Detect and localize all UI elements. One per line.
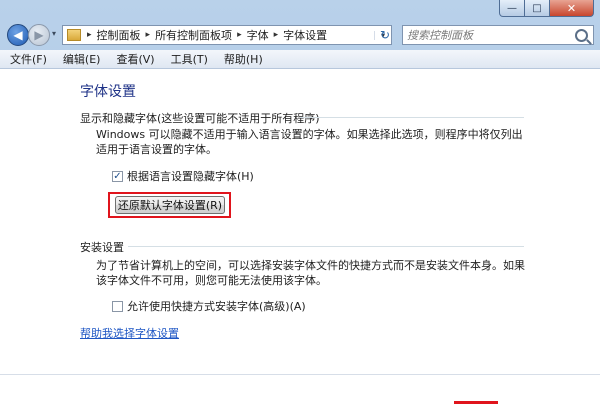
breadcrumb-separator[interactable]: ▸ (84, 30, 95, 40)
breadcrumb-separator[interactable]: ▸ (143, 30, 154, 40)
close-button[interactable]: ✕ (550, 0, 594, 17)
caption-buttons: — □ ✕ (499, 0, 594, 17)
restore-default-font-settings-button[interactable]: 还原默认字体设置(R) (115, 196, 225, 214)
display-description: Windows 可以隐藏不适用于输入语言设置的字体。如果选择此选项，则程序中将仅… (96, 128, 523, 156)
control-panel-icon (67, 29, 81, 41)
search-input[interactable] (403, 27, 569, 43)
hide-fonts-label[interactable]: 根据语言设置隐藏字体(H) (127, 168, 254, 184)
breadcrumb-all-items[interactable]: 所有控制面板项 (153, 27, 234, 43)
back-button[interactable]: ◀ (7, 24, 29, 46)
menu-tools[interactable]: 工具(T) (171, 51, 208, 67)
history-dropdown[interactable]: ▾ (52, 29, 56, 38)
shortcut-install-label[interactable]: 允许使用快捷方式安装字体(高级)(A) (127, 298, 306, 314)
shortcut-install-option[interactable]: 允许使用快捷方式安装字体(高级)(A) (112, 298, 306, 314)
refresh-button[interactable]: ↻ (376, 25, 394, 45)
menu-bar: 文件(F) 编辑(E) 查看(V) 工具(T) 帮助(H) (0, 50, 600, 69)
breadcrumb-fonts[interactable]: 字体 (245, 27, 271, 43)
breadcrumb-separator[interactable]: ▸ (234, 30, 245, 40)
maximize-button[interactable]: □ (525, 0, 550, 17)
section-heading-install: 安装设置 (80, 241, 124, 254)
menu-edit[interactable]: 编辑(E) (63, 51, 101, 67)
menu-view[interactable]: 查看(V) (116, 51, 154, 67)
minimize-button[interactable]: — (499, 0, 525, 17)
annotation-underline (454, 401, 498, 404)
forward-button[interactable]: ▶ (28, 24, 50, 46)
title-bar: — □ ✕ (0, 0, 600, 22)
search-box[interactable] (402, 25, 594, 45)
breadcrumb-separator[interactable]: ▸ (271, 30, 282, 40)
details-pane (0, 374, 600, 417)
breadcrumb-font-settings[interactable]: 字体设置 (281, 27, 329, 43)
search-icon[interactable] (575, 28, 588, 42)
section-divider (300, 117, 524, 118)
window: — □ ✕ ◀ ▶ ▾ ▸ 控制面板 ▸ 所有控制面板项 ▸ 字体 ▸ 字体设置… (0, 0, 600, 417)
page-title: 字体设置 (80, 84, 136, 100)
content-edge (590, 69, 600, 374)
address-bar[interactable]: ▸ 控制面板 ▸ 所有控制面板项 ▸ 字体 ▸ 字体设置 ▾ (62, 25, 392, 45)
content-pane: 字体设置 显示和隐藏字体(这些设置可能不适用于所有程序) Windows 可以隐… (0, 69, 600, 374)
menu-file[interactable]: 文件(F) (10, 51, 47, 67)
section-heading-display: 显示和隐藏字体(这些设置可能不适用于所有程序) (80, 112, 320, 125)
menu-help[interactable]: 帮助(H) (224, 51, 263, 67)
hide-fonts-checkbox[interactable]: ✓ (112, 170, 123, 182)
hide-fonts-option[interactable]: ✓ 根据语言设置隐藏字体(H) (112, 168, 254, 184)
section-divider (128, 246, 524, 247)
breadcrumb-control-panel[interactable]: 控制面板 (95, 27, 143, 43)
help-link[interactable]: 帮助我选择字体设置 (80, 325, 179, 341)
install-description: 为了节省计算机上的空间，可以选择安装字体文件的快捷方式而不是安装文件本身。如果该… (96, 259, 525, 287)
navigation-bar: ◀ ▶ ▾ ▸ 控制面板 ▸ 所有控制面板项 ▸ 字体 ▸ 字体设置 ▾ ↻ (0, 20, 600, 50)
shortcut-install-checkbox[interactable] (112, 300, 123, 312)
